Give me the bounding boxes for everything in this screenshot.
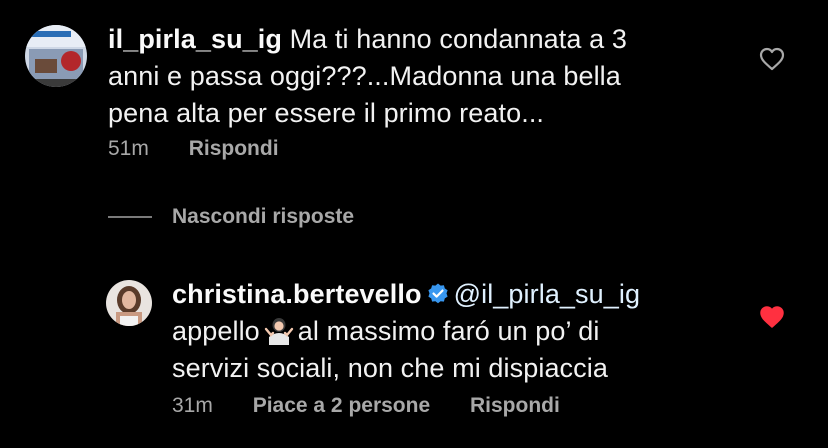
reply-meta: 31m Piace a 2 persone Rispondi [172, 394, 594, 418]
likes-count-button[interactable]: Piace a 2 persone [253, 394, 430, 417]
avatar-image [25, 25, 87, 87]
reply-username[interactable]: christina.bertevello [172, 279, 422, 309]
reply-text-line: appello [172, 316, 260, 346]
hide-replies-toggle[interactable]: Nascondi risposte [108, 205, 354, 229]
heart-filled-icon[interactable] [759, 305, 785, 329]
reply-time: 31m [172, 394, 213, 417]
hide-replies-label[interactable]: Nascondi risposte [172, 205, 354, 229]
comment-time: 51m [108, 137, 149, 160]
reply-text-line: servizi sociali, non che mi dispiaccia [172, 353, 608, 383]
heart-outline-icon[interactable] [759, 47, 785, 71]
divider-line [108, 216, 152, 218]
avatar[interactable] [25, 25, 87, 87]
woman-shrugging-emoji [264, 318, 293, 345]
comment-username[interactable]: il_pirla_su_ig [108, 24, 282, 54]
reply-button[interactable]: Rispondi [189, 137, 279, 160]
comment-text-line: anni e passa oggi???...Madonna una bella [108, 61, 621, 91]
comment-text-line: Ma ti hanno condannata a 3 [289, 24, 627, 54]
comment: il_pirla_su_ig Ma ti hanno condannata a … [0, 0, 828, 190]
comment-text: il_pirla_su_ig Ma ti hanno condannata a … [108, 21, 728, 132]
mention-link[interactable]: @il_pirla_su_ig [454, 279, 641, 309]
avatar-image [106, 280, 152, 326]
comment-text-line: pena alta per essere il primo reato... [108, 98, 545, 128]
verified-badge-icon [427, 283, 448, 304]
reply-text: christina.bertevello @il_pirla_su_ig app… [172, 276, 772, 387]
reply: christina.bertevello @il_pirla_su_ig app… [0, 270, 828, 430]
avatar[interactable] [106, 280, 152, 326]
reply-text-line: al massimo faró un po’ di [297, 316, 600, 346]
reply-button[interactable]: Rispondi [470, 394, 560, 417]
comment-meta: 51m Rispondi [108, 137, 313, 161]
